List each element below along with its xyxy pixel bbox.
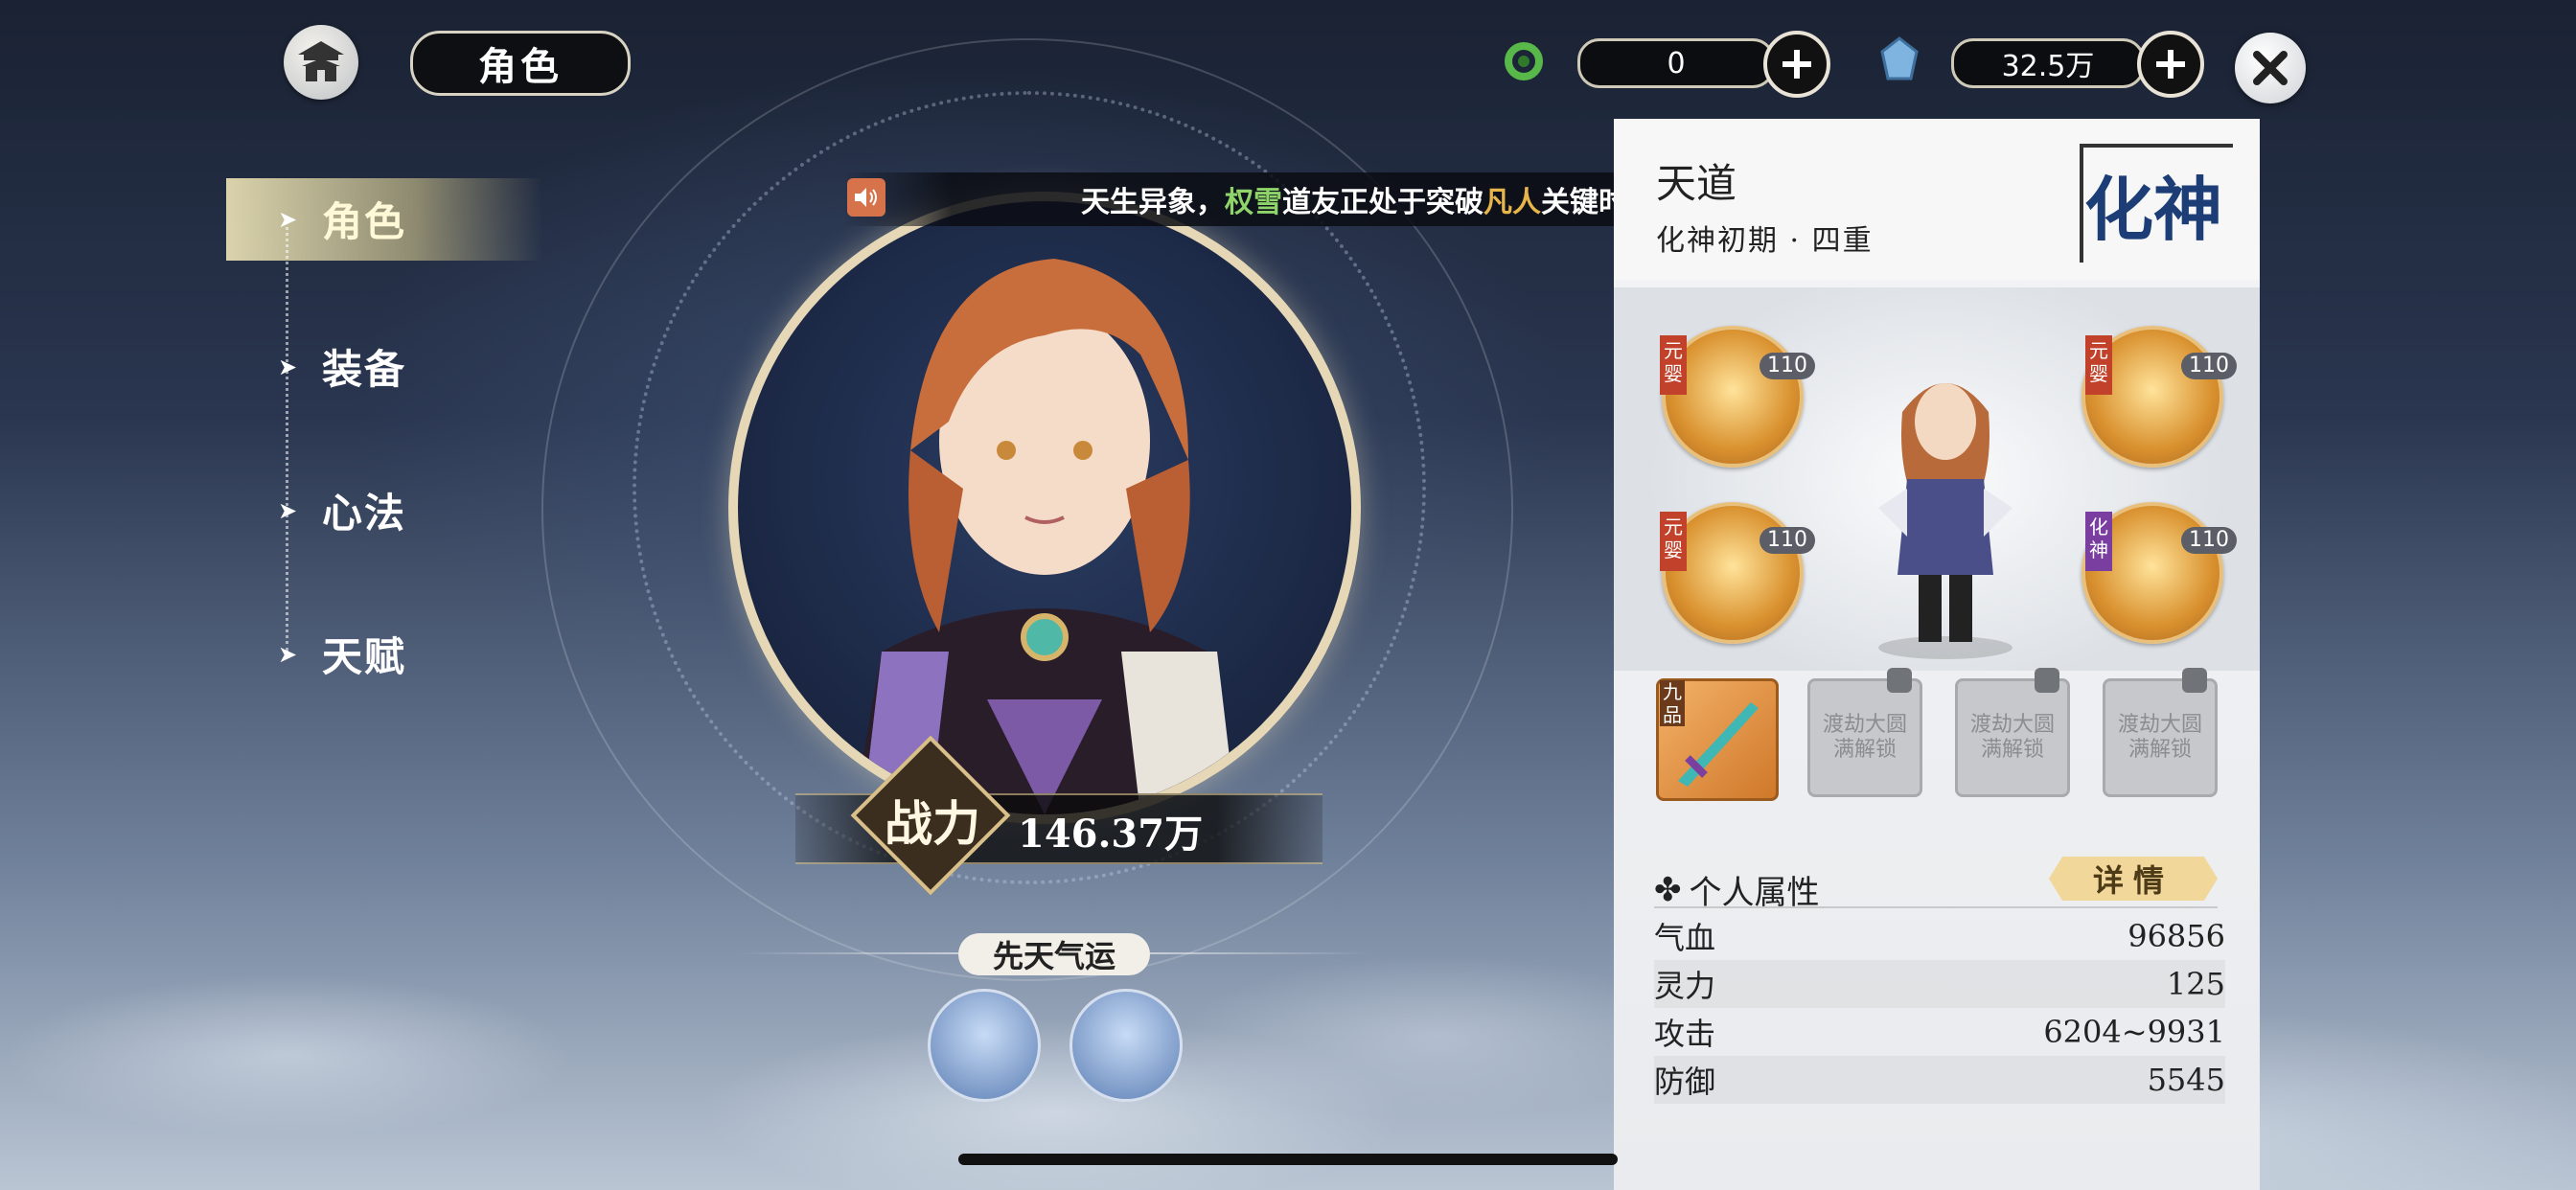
page-title: 角色 <box>410 31 631 96</box>
home-indicator[interactable] <box>958 1154 1618 1165</box>
spirit-crystal-icon <box>1878 36 1920 84</box>
locked-slot-text: 满解锁 <box>1980 738 2044 762</box>
locked-slot-text: 渡劫大圆 <box>1969 713 2055 737</box>
realm-seal-calligraphy: 化神 <box>2084 169 2223 250</box>
attribute-name: 攻击 <box>1654 1016 1716 1052</box>
currency-crystal-value: 32.5万 <box>1951 38 2145 88</box>
announcement-banner: 天生异象， 权雪 道友正处于突破 凡人 关键时 <box>843 172 1744 226</box>
attribute-row: 灵力 125 <box>1654 960 2225 1008</box>
announcement-prefix: 天生异象， <box>1081 186 1225 219</box>
character-model <box>1850 355 2041 661</box>
add-jade-button[interactable] <box>1763 31 1830 98</box>
nav-marker-icon: ➤ <box>278 353 300 380</box>
character-illustration <box>853 259 1236 814</box>
announcement-realm: 凡人 <box>1484 186 1541 219</box>
jade-ring-icon <box>1501 38 1547 84</box>
announcement-middle: 道友正处于突破 <box>1282 186 1484 219</box>
book-rank-tag: 元婴 <box>2085 335 2112 395</box>
attribute-row: 气血 96856 <box>1654 912 2225 960</box>
locked-slot-text: 满解锁 <box>1832 738 1897 762</box>
speaker-icon[interactable] <box>847 178 886 217</box>
locked-slot-text: 渡劫大圆 <box>2117 713 2202 737</box>
combat-power-label: 战力 <box>885 795 980 852</box>
combat-power-value: 146.37万 <box>1018 812 1204 857</box>
details-button[interactable]: 详情 <box>2049 857 2218 901</box>
nav-item-talent[interactable]: ➤ 天赋 <box>278 625 406 683</box>
attribute-value: 6204~9931 <box>2043 1014 2225 1050</box>
nav-marker-icon: ➤ <box>278 640 300 668</box>
nav-marker-icon: ➤ <box>278 205 300 233</box>
plus-icon <box>1782 50 1811 79</box>
attribute-row: 防御 5545 <box>1654 1056 2225 1104</box>
lock-icon <box>2182 668 2207 693</box>
book-level-badge: 110 <box>2181 353 2237 379</box>
nav-item-mind-method[interactable]: ➤ 心法 <box>278 481 406 539</box>
nav-item-character[interactable]: ➤ 角色 <box>278 190 406 248</box>
book-rank-tag: 元婴 <box>1660 335 1687 395</box>
announcement-player-name: 权雪 <box>1225 186 1282 219</box>
nav-item-label: 心法 <box>322 490 407 537</box>
lock-icon <box>2035 668 2059 693</box>
add-crystal-button[interactable] <box>2137 31 2204 98</box>
locked-slot-text: 满解锁 <box>2128 738 2192 762</box>
locked-slot-text: 渡劫大圆 <box>1822 713 1907 737</box>
nav-item-label: 角色 <box>322 198 407 245</box>
fortune-avatar[interactable] <box>928 989 1041 1102</box>
close-button[interactable] <box>2235 33 2306 103</box>
innate-fortune-label: 先天气运 <box>958 933 1150 975</box>
nav-marker-icon: ➤ <box>278 496 300 524</box>
close-icon <box>2253 51 2288 85</box>
fortune-avatar[interactable] <box>1070 989 1183 1102</box>
book-rank-tag: 元婴 <box>1660 512 1687 571</box>
weapon-grade-tag: 九品 <box>1660 680 1685 726</box>
home-pavilion-button[interactable] <box>284 25 358 100</box>
attribute-name: 气血 <box>1654 920 1716 956</box>
pavilion-icon <box>298 41 344 81</box>
attribute-row: 攻击 6204~9931 <box>1654 1008 2225 1056</box>
book-level-badge: 110 <box>1760 527 1815 554</box>
realm-name: 天道 <box>1656 160 1737 207</box>
attribute-value: 5545 <box>2147 1062 2225 1098</box>
locked-slot[interactable]: 渡劫大圆 满解锁 <box>1955 668 2070 797</box>
nav-connector-line <box>286 220 290 652</box>
nav-item-label: 装备 <box>322 346 407 393</box>
book-rank-tag: 化神 <box>2085 512 2112 571</box>
currency-jade-value: 0 <box>1577 38 1775 88</box>
attribute-name: 防御 <box>1654 1064 1716 1100</box>
nav-item-label: 天赋 <box>322 633 407 680</box>
book-level-badge: 110 <box>2181 527 2237 554</box>
nav-item-equipment[interactable]: ➤ 装备 <box>278 337 406 396</box>
book-level-badge: 110 <box>1760 353 1815 379</box>
attributes-divider <box>1654 906 2218 908</box>
realm-stage: 化神初期 · 四重 <box>1656 224 1874 258</box>
lock-icon <box>1887 668 1912 693</box>
attribute-name: 灵力 <box>1654 968 1716 1004</box>
locked-slot[interactable]: 渡劫大圆 满解锁 <box>2103 668 2218 797</box>
attribute-value: 125 <box>2166 966 2225 1002</box>
character-portrait[interactable] <box>728 192 1361 824</box>
locked-slot[interactable]: 渡劫大圆 满解锁 <box>1807 668 1922 797</box>
attribute-value: 96856 <box>2128 918 2225 954</box>
plus-icon <box>2156 50 2185 79</box>
compass-star-icon: ✤ <box>1654 870 1682 909</box>
